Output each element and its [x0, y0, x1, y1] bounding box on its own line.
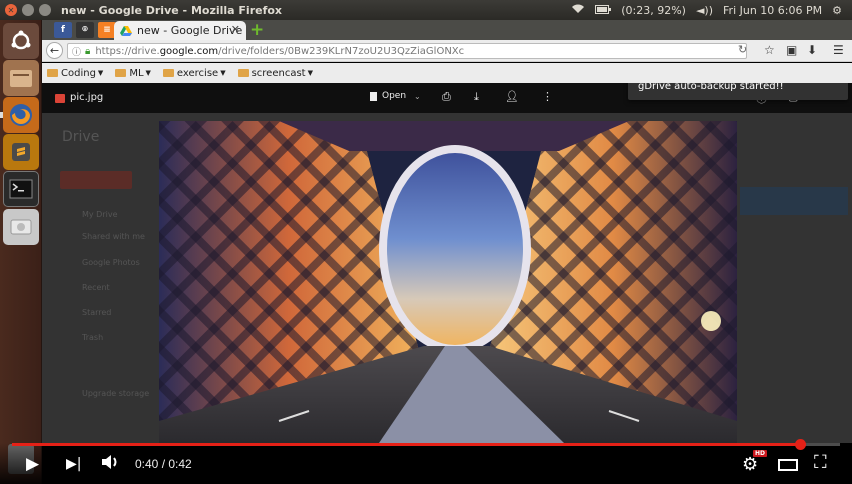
bookmark-folder-ml[interactable]: ML ▼	[115, 68, 151, 79]
dimmed-storage-link: Upgrade storage	[82, 389, 150, 398]
unity-launcher	[0, 20, 42, 484]
dimmed-nav-item: Starred	[82, 308, 112, 317]
bookmark-label: exercise	[176, 67, 219, 79]
backup-toast: gDrive auto-backup started!!	[628, 83, 848, 100]
open-with-button[interactable]: Open ⌄	[370, 91, 421, 101]
dimmed-nav-item: Recent	[82, 283, 110, 292]
maximize-window-button[interactable]	[39, 4, 51, 16]
folder-icon	[115, 69, 127, 77]
folder-icon	[237, 69, 249, 77]
download-icon[interactable]: ⤓	[474, 90, 479, 104]
browser-tab-bar: f ⌾ ≡ new - Google Drive ✕ +	[42, 20, 852, 40]
bookmark-label: screencast	[251, 67, 306, 79]
tab-title: new - Google Drive	[137, 24, 243, 37]
gear-icon[interactable]: ⚙	[832, 4, 842, 17]
folder-icon	[162, 69, 174, 77]
bookmark-label: ML	[129, 67, 144, 79]
bookmarks-bar: Coding ▼ ML ▼ exercise ▼ screencast ▼	[42, 63, 852, 83]
github-pinned-tab[interactable]: ⌾	[76, 22, 94, 38]
tab-close-icon[interactable]: ✕	[231, 23, 240, 36]
wifi-icon[interactable]	[571, 4, 585, 17]
url-prefix: https://drive.	[95, 45, 160, 57]
url-domain: google.com	[159, 45, 219, 57]
scrubber-handle[interactable]	[795, 439, 807, 450]
settings-icon[interactable]: ⚙	[742, 454, 758, 475]
document-icon	[370, 91, 377, 101]
bridge-photo	[159, 121, 737, 443]
bookmark-folder-screencast[interactable]: screencast ▼	[237, 67, 313, 79]
toast-text: gDrive auto-backup started!!	[638, 83, 784, 92]
window-controls: ✕	[5, 4, 51, 16]
reload-icon[interactable]: ↻	[738, 43, 747, 56]
add-person-icon[interactable]: 👤︎	[505, 90, 519, 103]
clipboard-icon[interactable]: ▣	[786, 43, 797, 57]
chevron-down-icon[interactable]: ⌄	[414, 92, 421, 101]
folder-icon	[47, 69, 58, 77]
dimmed-selected-row	[740, 187, 848, 215]
more-options-icon[interactable]: ⋮	[542, 90, 553, 103]
facebook-pinned-tab[interactable]: f	[54, 22, 72, 38]
chevron-down-icon: ▼	[307, 69, 313, 77]
files-icon[interactable]	[3, 60, 39, 96]
chevron-down-icon: ▼	[145, 69, 151, 77]
fullscreen-icon[interactable]: ⛶	[814, 452, 827, 473]
browser-nav-bar: ← ⓘ 🔒︎ https://drive. google.com /drive/…	[42, 40, 852, 62]
image-file-icon	[55, 94, 65, 103]
download-icon[interactable]: ⬇	[807, 43, 817, 57]
google-drive-icon	[120, 25, 132, 36]
url-path: /drive/folders/0Bw239KLrN7zoU2U3QzZiaGlO…	[218, 45, 465, 57]
bookmark-folder-exercise[interactable]: exercise ▼	[162, 67, 226, 79]
system-top-panel: ✕ new - Google Drive - Mozilla Firefox (…	[0, 0, 852, 20]
chevron-down-icon: ▼	[97, 69, 104, 77]
star-icon[interactable]: ☆	[764, 43, 775, 57]
url-bar[interactable]: ⓘ 🔒︎ https://drive. google.com /drive/fo…	[67, 43, 747, 59]
close-window-button[interactable]: ✕	[5, 4, 17, 16]
clock[interactable]: Fri Jun 10 6:06 PM	[723, 4, 822, 17]
screen: ✕ new - Google Drive - Mozilla Firefox (…	[0, 0, 852, 484]
tab-google-drive[interactable]: new - Google Drive ✕	[114, 21, 246, 40]
back-button[interactable]: ←	[46, 42, 63, 59]
preview-image	[159, 121, 737, 443]
video-controls: ▶ ▶| 0:40 / 0:42 ⚙ HD ⛶	[0, 439, 852, 484]
dimmed-new-button	[60, 171, 132, 189]
progress-bar[interactable]	[12, 439, 840, 450]
window-title: new - Google Drive - Mozilla Firefox	[61, 3, 283, 17]
lock-icon: 🔒︎	[85, 45, 91, 57]
drive-image-viewer: Drive My Drive Shared with me Google Pho…	[42, 83, 852, 443]
battery-status: (0:23, 92%)	[621, 3, 686, 17]
minimize-window-button[interactable]	[22, 4, 34, 16]
ubuntu-dash-icon[interactable]	[3, 23, 39, 59]
sublime-text-icon[interactable]	[3, 134, 39, 170]
drive-device-icon[interactable]	[3, 209, 39, 245]
next-icon[interactable]: ▶|	[66, 456, 81, 472]
time-display: 0:40 / 0:42	[135, 457, 192, 471]
bookmark-label: Coding	[61, 67, 96, 79]
bookmark-folder-coding[interactable]: Coding ▼	[47, 68, 103, 79]
dimmed-nav-item: Trash	[82, 333, 104, 342]
battery-icon[interactable]	[595, 4, 612, 17]
file-name: pic.jpg	[70, 92, 104, 103]
system-tray: (0:23, 92%) ◄)) Fri Jun 10 6:06 PM ⚙	[571, 0, 842, 20]
dimmed-nav-item: Google Photos	[82, 258, 140, 267]
volume-icon[interactable]	[101, 454, 121, 475]
print-icon[interactable]: ⎙	[442, 90, 451, 104]
drive-logo: Drive	[62, 129, 100, 145]
dimmed-nav-item: Shared with me	[82, 232, 145, 241]
terminal-icon[interactable]	[3, 171, 39, 207]
new-tab-button[interactable]: +	[250, 21, 266, 39]
dimmed-nav-item: My Drive	[82, 210, 118, 219]
progress-fill	[12, 443, 801, 446]
firefox-icon[interactable]	[3, 97, 39, 133]
open-label: Open	[382, 91, 407, 101]
play-icon[interactable]: ▶	[26, 454, 39, 474]
dimmed-drive-sidebar: Drive My Drive Shared with me Google Pho…	[42, 113, 160, 443]
theater-mode-icon[interactable]	[778, 459, 798, 471]
info-icon[interactable]: ⓘ	[72, 45, 81, 58]
hd-badge: HD	[753, 450, 768, 457]
volume-icon[interactable]: ◄))	[696, 4, 713, 17]
menu-icon[interactable]: ☰	[833, 43, 844, 57]
chevron-down-icon: ▼	[220, 69, 226, 77]
